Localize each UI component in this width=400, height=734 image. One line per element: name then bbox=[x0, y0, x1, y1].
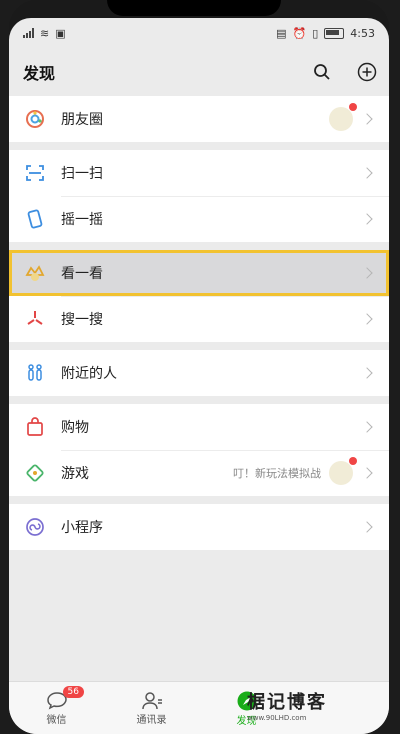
tab-chats[interactable]: 56 微信 bbox=[9, 682, 104, 734]
tab-contacts[interactable]: 通讯录 bbox=[104, 682, 199, 734]
moments-icon bbox=[23, 107, 47, 131]
contacts-icon bbox=[141, 691, 162, 709]
status-bar: ≋ ▣ ▤ ⏰ ▯ 4:53 bbox=[9, 18, 389, 48]
games-icon bbox=[23, 461, 47, 485]
chevron-right-icon bbox=[361, 421, 373, 433]
unread-badge: 56 bbox=[62, 686, 84, 698]
games-promo-thumbnail bbox=[329, 457, 357, 485]
row-nearby[interactable]: 附近的人 bbox=[9, 350, 389, 396]
watermark-title: 椐记博客 bbox=[247, 692, 327, 713]
chevron-right-icon bbox=[361, 467, 373, 479]
battery-icon bbox=[324, 27, 345, 39]
chevron-right-icon bbox=[361, 267, 373, 279]
tab-label: 通讯录 bbox=[136, 714, 167, 726]
games-promo-text: 叮！新玩法模拟战 bbox=[233, 467, 321, 480]
menu-group-topstories: 看一看 搜一搜 bbox=[9, 250, 389, 342]
message-icon: ▣ bbox=[55, 26, 66, 40]
nfc-icon: ▤ bbox=[276, 26, 287, 40]
mini-program-icon bbox=[23, 515, 47, 539]
topstories-icon bbox=[23, 261, 47, 285]
menu-group-miniprogram: 小程序 bbox=[9, 504, 389, 550]
row-label: 小程序 bbox=[61, 520, 103, 536]
shake-icon bbox=[23, 207, 47, 231]
add-icon[interactable] bbox=[357, 62, 377, 82]
row-label: 摇一摇 bbox=[61, 212, 103, 228]
search-icon[interactable] bbox=[313, 63, 331, 81]
row-label: 附近的人 bbox=[61, 366, 117, 382]
chevron-right-icon bbox=[361, 521, 373, 533]
watermark-url: www.90LHD.com bbox=[247, 714, 307, 722]
row-label: 看一看 bbox=[61, 266, 103, 282]
row-shop[interactable]: 购物 bbox=[9, 404, 389, 450]
row-label: 游戏 bbox=[61, 466, 89, 482]
watermark: 椐记博客 www.90LHD.com bbox=[247, 688, 375, 728]
row-search[interactable]: 搜一搜 bbox=[9, 296, 389, 342]
row-miniprogram[interactable]: 小程序 bbox=[9, 504, 389, 550]
menu-group-nearby: 附近的人 bbox=[9, 350, 389, 396]
row-label: 扫一扫 bbox=[61, 166, 103, 182]
menu-group-shop-games: 购物 游戏 叮！新玩法模拟战 bbox=[9, 404, 389, 496]
row-topstories[interactable]: 看一看 bbox=[9, 250, 389, 296]
row-label: 购物 bbox=[61, 420, 89, 436]
tab-label: 微信 bbox=[46, 714, 67, 726]
scan-icon bbox=[23, 161, 47, 185]
wifi-icon: ≋ bbox=[40, 26, 50, 40]
chevron-right-icon bbox=[361, 213, 373, 225]
row-label: 搜一搜 bbox=[61, 312, 103, 328]
header: 发现 bbox=[9, 48, 389, 96]
people-nearby-icon bbox=[23, 361, 47, 385]
shopping-bag-icon bbox=[23, 415, 47, 439]
chevron-right-icon bbox=[361, 313, 373, 325]
row-moments[interactable]: 朋友圈 bbox=[9, 96, 389, 142]
signal-icon bbox=[23, 28, 34, 38]
phone-frame: ≋ ▣ ▤ ⏰ ▯ 4:53 发现 朋友圈 扫一扫 摇一摇 看一看 搜一搜 附近… bbox=[9, 0, 389, 734]
screen: ≋ ▣ ▤ ⏰ ▯ 4:53 发现 朋友圈 扫一扫 摇一摇 看一看 搜一搜 附近… bbox=[9, 18, 389, 734]
status-time: 4:53 bbox=[350, 26, 375, 40]
row-scan[interactable]: 扫一扫 bbox=[9, 150, 389, 196]
search-feature-icon bbox=[23, 307, 47, 331]
row-games[interactable]: 游戏 叮！新玩法模拟战 bbox=[9, 450, 389, 496]
chevron-right-icon bbox=[361, 167, 373, 179]
chevron-right-icon bbox=[361, 367, 373, 379]
camera-notch bbox=[107, 0, 281, 16]
menu-group-scan: 扫一扫 摇一摇 bbox=[9, 150, 389, 242]
moments-update-thumbnail bbox=[329, 103, 357, 131]
page-title: 发现 bbox=[23, 64, 56, 83]
row-label: 朋友圈 bbox=[61, 112, 103, 128]
alarm-icon: ⏰ bbox=[292, 26, 307, 40]
vibrate-icon: ▯ bbox=[312, 26, 319, 40]
menu-group-moments: 朋友圈 bbox=[9, 96, 389, 142]
chevron-right-icon bbox=[361, 113, 373, 125]
row-shake[interactable]: 摇一摇 bbox=[9, 196, 389, 242]
